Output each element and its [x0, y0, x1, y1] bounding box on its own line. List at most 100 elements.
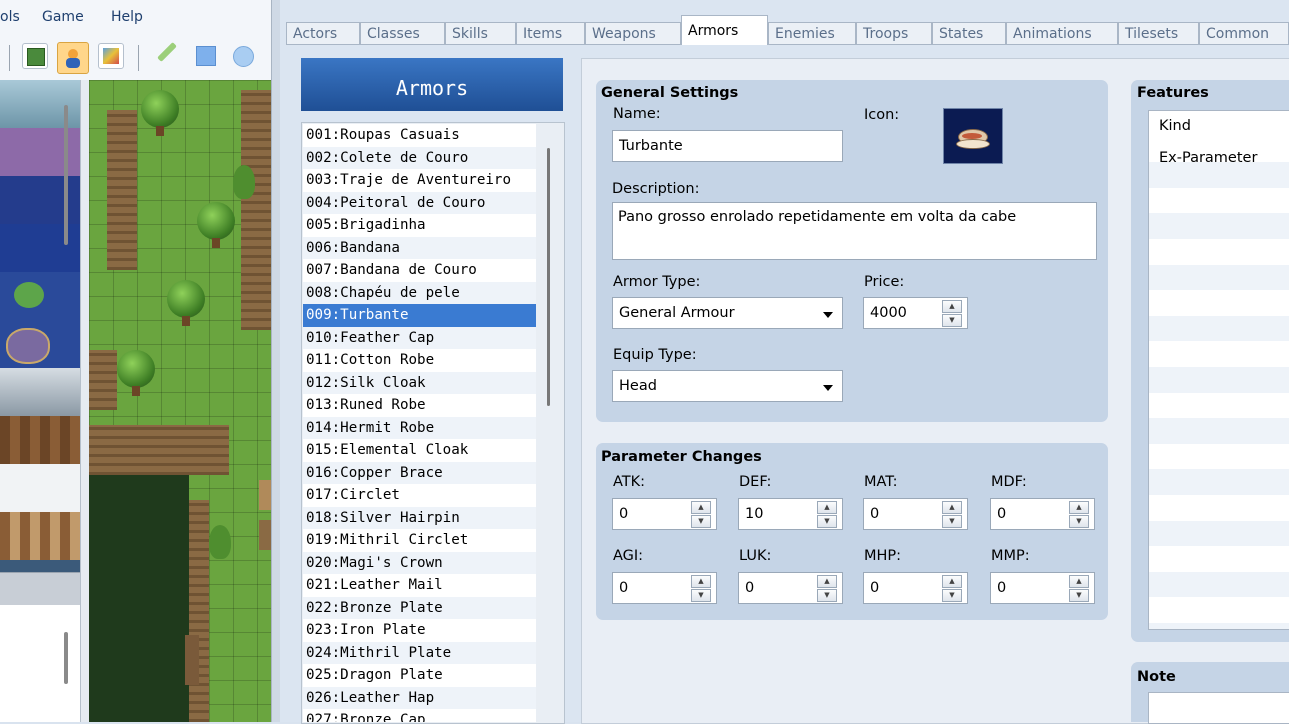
turban-icon[interactable]: [943, 108, 1003, 164]
tab-skills[interactable]: Skills: [445, 22, 516, 44]
mat-field[interactable]: 0 ▲ ▼: [863, 498, 968, 530]
luk-field[interactable]: 0 ▲ ▼: [738, 572, 843, 604]
feature-empty-row[interactable]: [1149, 315, 1289, 342]
list-item[interactable]: 007:Bandana de Couro: [303, 259, 536, 282]
feature-empty-row[interactable]: [1149, 367, 1289, 393]
list-item[interactable]: 010:Feather Cap: [303, 326, 536, 349]
list-item[interactable]: 008:Chapéu de pele: [303, 281, 536, 304]
list-item[interactable]: 023:Iron Plate: [303, 619, 536, 642]
feature-empty-row[interactable]: [1149, 623, 1289, 629]
list-item[interactable]: 015:Elemental Cloak: [303, 439, 536, 462]
character-icon[interactable]: [57, 42, 89, 74]
price-spinner[interactable]: ▲ ▼: [939, 300, 965, 327]
feature-empty-row[interactable]: [1149, 239, 1289, 265]
feature-empty-row[interactable]: [1149, 188, 1289, 214]
map-canvas[interactable]: [89, 80, 271, 722]
list-item[interactable]: 018:Silver Hairpin: [303, 506, 536, 529]
list-item[interactable]: 004:Peitoral de Couro: [303, 191, 536, 214]
list-item[interactable]: 017:Circlet: [303, 484, 536, 507]
map-icon[interactable]: [22, 43, 48, 69]
list-item[interactable]: 027:Bronze Cap: [303, 709, 536, 722]
mmp-spinner[interactable]: ▲ ▼: [1066, 575, 1092, 602]
def-field[interactable]: 10 ▲ ▼: [738, 498, 843, 530]
feature-empty-row[interactable]: [1149, 571, 1289, 598]
armor-type-select[interactable]: General Armour: [612, 297, 843, 329]
luk-spinner[interactable]: ▲ ▼: [814, 575, 840, 602]
list-item[interactable]: 013:Runed Robe: [303, 394, 536, 417]
description-field[interactable]: Pano grosso enrolado repetidamente em vo…: [612, 202, 1097, 260]
tab-classes[interactable]: Classes: [360, 22, 445, 44]
name-field[interactable]: Turbante: [612, 130, 843, 162]
menu-tools[interactable]: ols: [0, 9, 20, 25]
general-settings-title: General Settings: [601, 85, 739, 101]
mdf-field[interactable]: 0 ▲ ▼: [990, 498, 1095, 530]
tab-enemies[interactable]: Enemies: [768, 22, 856, 44]
price-field[interactable]: 4000 ▲ ▼: [863, 297, 968, 329]
tab-tilesets[interactable]: Tilesets: [1118, 22, 1199, 44]
list-item[interactable]: 024:Mithril Plate: [303, 641, 536, 664]
mdf-spinner[interactable]: ▲ ▼: [1066, 501, 1092, 528]
list-item[interactable]: 022:Bronze Plate: [303, 596, 536, 619]
atk-spinner[interactable]: ▲ ▼: [688, 501, 714, 528]
agi-spinner[interactable]: ▲ ▼: [688, 575, 714, 602]
feature-empty-row[interactable]: [1149, 444, 1289, 470]
tab-animations[interactable]: Animations: [1006, 22, 1118, 44]
list-item[interactable]: 025:Dragon Plate: [303, 664, 536, 687]
menu-game[interactable]: Game: [42, 9, 84, 25]
feature-empty-row[interactable]: [1149, 546, 1289, 572]
list-item[interactable]: 014:Hermit Robe: [303, 416, 536, 439]
agi-field[interactable]: 0 ▲ ▼: [612, 572, 717, 604]
mhp-field[interactable]: 0 ▲ ▼: [863, 572, 968, 604]
feature-empty-row[interactable]: [1149, 341, 1289, 367]
feature-empty-row[interactable]: [1149, 418, 1289, 444]
tab-states[interactable]: States: [932, 22, 1006, 44]
list-item[interactable]: 016:Copper Brace: [303, 461, 536, 484]
list-item[interactable]: 021:Leather Mail: [303, 574, 536, 597]
feature-empty-row[interactable]: [1149, 469, 1289, 495]
armor-list-scrollbar[interactable]: [547, 148, 550, 406]
list-item[interactable]: 020:Magi's Crown: [303, 551, 536, 574]
ellipse-icon[interactable]: [233, 46, 254, 67]
feature-empty-row[interactable]: [1149, 162, 1289, 188]
list-item[interactable]: 011:Cotton Robe: [303, 349, 536, 372]
mmp-field[interactable]: 0 ▲ ▼: [990, 572, 1095, 604]
list-item[interactable]: 026:Leather Hap: [303, 686, 536, 709]
features-table[interactable]: Kind Ex-Parameter: [1148, 110, 1289, 630]
tab-armors[interactable]: Armors: [681, 15, 768, 45]
pencil-icon[interactable]: [157, 42, 177, 62]
rectangle-icon[interactable]: [196, 46, 216, 66]
note-field[interactable]: [1148, 692, 1289, 724]
tab-weapons[interactable]: Weapons: [585, 22, 681, 44]
list-item[interactable]: 006:Bandana: [303, 236, 536, 259]
tab-actors[interactable]: Actors: [286, 22, 360, 44]
tileset-icon[interactable]: [98, 43, 124, 69]
menu-help[interactable]: Help: [111, 9, 143, 25]
map-list-scrollbar[interactable]: [64, 632, 68, 684]
feature-empty-row[interactable]: [1149, 213, 1289, 239]
list-item[interactable]: 012:Silk Cloak: [303, 371, 536, 394]
feature-empty-row[interactable]: [1149, 520, 1289, 547]
list-item[interactable]: 005:Brigadinha: [303, 214, 536, 237]
feature-empty-row[interactable]: [1149, 290, 1289, 316]
armor-list[interactable]: 001:Roupas Casuais 002:Colete de Couro 003…: [303, 124, 536, 722]
list-item[interactable]: 019:Mithril Circlet: [303, 529, 536, 552]
equip-type-select[interactable]: Head: [612, 370, 843, 402]
mhp-spinner[interactable]: ▲ ▼: [939, 575, 965, 602]
feature-empty-row[interactable]: [1149, 393, 1289, 419]
list-item[interactable]: 001:Roupas Casuais: [303, 124, 536, 147]
list-item[interactable]: 009:Turbante: [303, 304, 536, 327]
map-list-panel[interactable]: [0, 605, 80, 722]
tab-common[interactable]: Common: [1199, 22, 1289, 44]
def-spinner[interactable]: ▲ ▼: [814, 501, 840, 528]
feature-empty-row[interactable]: [1149, 264, 1289, 291]
mat-spinner[interactable]: ▲ ▼: [939, 501, 965, 528]
tab-troops[interactable]: Troops: [856, 22, 932, 44]
feature-empty-row[interactable]: [1149, 495, 1289, 521]
tileset-scrollbar[interactable]: [64, 105, 68, 245]
tileset-palette[interactable]: [0, 80, 80, 572]
atk-field[interactable]: 0 ▲ ▼: [612, 498, 717, 530]
feature-empty-row[interactable]: [1149, 597, 1289, 623]
list-item[interactable]: 003:Traje de Aventureiro: [303, 169, 536, 192]
list-item[interactable]: 002:Colete de Couro: [303, 146, 536, 169]
tab-items[interactable]: Items: [516, 22, 585, 44]
